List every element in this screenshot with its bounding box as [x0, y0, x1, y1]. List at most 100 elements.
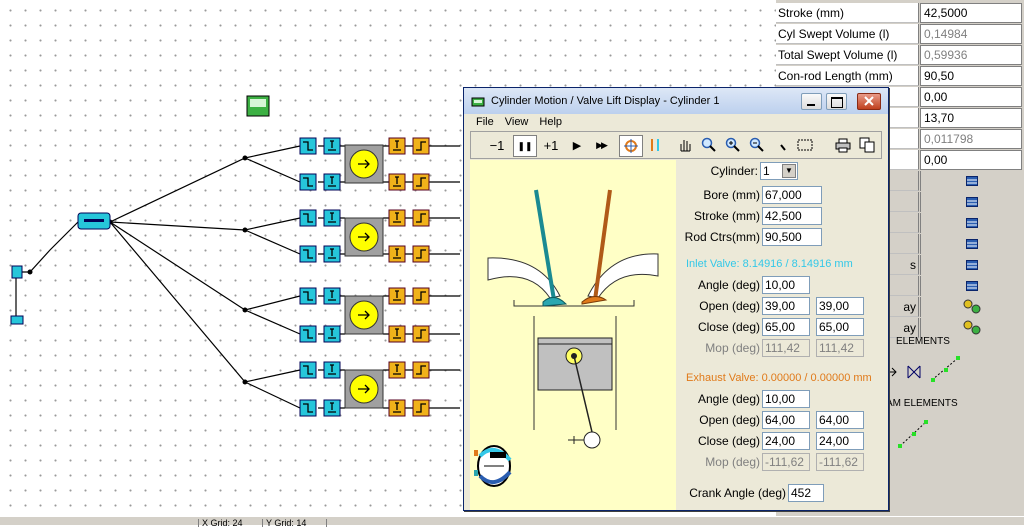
exhaust-valve-heading: Exhaust Valve: 0.00000 / 0.00000 mm: [686, 372, 872, 384]
gear-icon: [963, 320, 980, 335]
window-title: Cylinder Motion / Valve Lift Display - C…: [491, 95, 720, 107]
exhaust-close-input[interactable]: 24,00: [762, 432, 810, 450]
copy-button[interactable]: [857, 135, 877, 155]
title-bar[interactable]: Cylinder Motion / Valve Lift Display - C…: [464, 88, 888, 114]
edit-button[interactable]: [920, 255, 1022, 275]
edit-button[interactable]: [920, 213, 1022, 233]
status-y-grid: Y Grid: 14: [262, 519, 326, 527]
cylinder-select[interactable]: 1 ▼: [760, 162, 798, 180]
crosshair-button[interactable]: [619, 135, 643, 157]
prop-value[interactable]: 0,00: [920, 150, 1022, 170]
edit-button[interactable]: [920, 171, 1022, 191]
crank-angle-label: Crank Angle (deg): [689, 486, 786, 500]
prop-row[interactable]: Stroke (mm) 42,5000: [776, 3, 1024, 24]
maximize-button[interactable]: [826, 93, 847, 110]
zoom-out-icon: [749, 137, 764, 152]
line-icon: [780, 144, 786, 151]
element-palette-icons: [898, 420, 928, 448]
status-cell: [326, 519, 630, 527]
exhaust-mop-value-2: -111,62: [816, 453, 864, 471]
inlet-mop-value-2: 111,42: [816, 339, 864, 357]
magnifier-icon: [701, 137, 716, 152]
pause-button[interactable]: ❚❚: [513, 135, 537, 157]
zoom-in-button[interactable]: [723, 135, 743, 155]
valve-view-button[interactable]: [645, 135, 665, 155]
prop-row[interactable]: Total Swept Volume (l) 0,59936: [776, 45, 1024, 66]
gear-icon: [963, 299, 980, 314]
pan-button[interactable]: [675, 135, 695, 155]
exhaust-angle-input[interactable]: 10,00: [762, 390, 810, 408]
stroke-input[interactable]: 42,500: [762, 207, 822, 225]
step-forward-button[interactable]: +1: [539, 135, 563, 155]
exhaust-close-label: Close (deg): [697, 434, 760, 448]
rod-centres-input[interactable]: 90,500: [762, 228, 822, 246]
app-icon: [471, 97, 485, 107]
step-back-button[interactable]: −1: [485, 135, 509, 155]
cylinder-label: Cylinder:: [710, 164, 758, 178]
play-button[interactable]: ▶: [567, 135, 587, 155]
valve-icon: [651, 139, 659, 151]
prop-value: 0,011798: [920, 129, 1022, 149]
parameter-panel: Cylinder: 1 ▼ Bore (mm) 67,000 Stroke (mm…: [676, 160, 882, 510]
printer-icon: [835, 138, 851, 153]
table-icon: [965, 260, 978, 270]
edit-button[interactable]: [920, 318, 1022, 338]
exhaust-open-input-2[interactable]: 64,00: [816, 411, 864, 429]
zoom-button[interactable]: [699, 135, 719, 155]
maximize-icon: [831, 97, 843, 108]
inlet-mop-label: Mop (deg): [705, 341, 760, 355]
cylinder-viewport[interactable]: [470, 160, 676, 510]
prop-value[interactable]: 90,50: [920, 66, 1022, 86]
edit-button[interactable]: [920, 276, 1022, 296]
elements-heading: AM ELEMENTS: [886, 398, 958, 409]
inlet-valve-heading: Inlet Valve: 8.14916 / 8.14916 mm: [686, 258, 853, 270]
cylinder-motion-window[interactable]: Cylinder Motion / Valve Lift Display - C…: [463, 87, 889, 511]
inlet-open-input-2[interactable]: 39,00: [816, 297, 864, 315]
cylinder-drawing: [474, 189, 659, 487]
fast-forward-button[interactable]: ▶▶: [589, 135, 613, 155]
exhaust-angle-label: Angle (deg): [697, 392, 760, 406]
inlet-open-input[interactable]: 39,00: [762, 297, 810, 315]
select-button[interactable]: [795, 135, 815, 155]
prop-row[interactable]: Con-rod Length (mm) 90,50: [776, 66, 1024, 87]
cylinder-select-value: 1: [763, 164, 770, 178]
bore-input[interactable]: 67,000: [762, 186, 822, 204]
exhaust-mop-label: Mop (deg): [705, 455, 760, 469]
table-icon: [965, 281, 978, 291]
exhaust-open-label: Open (deg): [699, 413, 760, 427]
toolbar: −1 ❚❚ +1 ▶ ▶▶: [470, 131, 882, 159]
exhaust-open-input[interactable]: 64,00: [762, 411, 810, 429]
close-button[interactable]: [857, 93, 881, 110]
inlet-close-input[interactable]: 65,00: [762, 318, 810, 336]
copy-icon: [859, 137, 875, 153]
minimize-button[interactable]: [801, 93, 822, 110]
exhaust-mop-value: -111,62: [762, 453, 810, 471]
pointer-button[interactable]: [775, 135, 791, 155]
elements-heading: ELEMENTS: [896, 336, 950, 347]
inlet-angle-input[interactable]: 10,00: [762, 276, 810, 294]
edit-button[interactable]: [920, 297, 1022, 317]
exhaust-close-input-2[interactable]: 24,00: [816, 432, 864, 450]
zoom-in-icon: [725, 137, 740, 152]
table-icon: [965, 176, 978, 186]
edit-button[interactable]: [920, 234, 1022, 254]
inlet-angle-label: Angle (deg): [697, 278, 760, 292]
menu-file[interactable]: File: [464, 114, 501, 131]
prop-label: Stroke (mm): [776, 3, 919, 23]
edit-button[interactable]: [920, 192, 1022, 212]
prop-row[interactable]: Cyl Swept Volume (l) 0,14984: [776, 24, 1024, 45]
prop-label: Cyl Swept Volume (l): [776, 24, 919, 44]
prop-value[interactable]: 0,00: [920, 87, 1022, 107]
crank-angle-input[interactable]: 452: [788, 484, 824, 502]
menu-help[interactable]: Help: [535, 114, 569, 131]
menu-view[interactable]: View: [501, 114, 536, 131]
prop-value[interactable]: 42,5000: [920, 3, 1022, 23]
prop-value[interactable]: 13,70: [920, 108, 1022, 128]
hand-icon: [680, 140, 691, 152]
status-x-grid: X Grid: 24: [198, 519, 262, 527]
prop-label: Total Swept Volume (l): [776, 45, 919, 65]
inlet-close-input-2[interactable]: 65,00: [816, 318, 864, 336]
print-button[interactable]: [833, 135, 853, 155]
close-icon: [864, 96, 874, 106]
zoom-out-button[interactable]: [747, 135, 767, 155]
